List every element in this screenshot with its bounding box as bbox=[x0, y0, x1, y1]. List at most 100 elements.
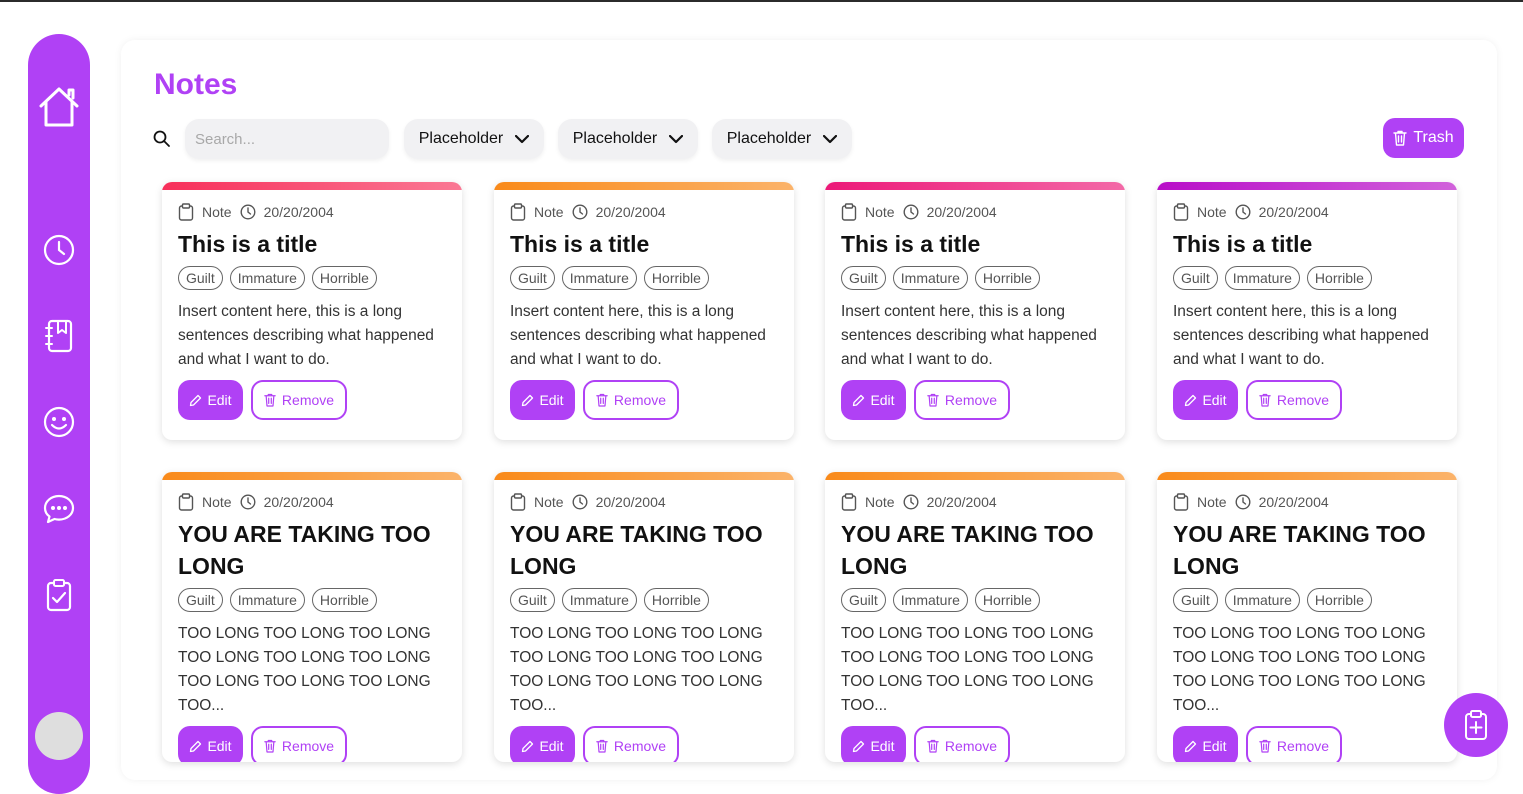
remove-button[interactable]: Remove bbox=[1246, 726, 1342, 762]
note-type: Note bbox=[865, 204, 895, 220]
avatar[interactable] bbox=[35, 712, 83, 760]
tag-list: Guilt Immature Horrible bbox=[510, 588, 778, 612]
trash-icon bbox=[1259, 393, 1271, 407]
remove-button-label: Remove bbox=[1276, 392, 1330, 408]
tag-chip: Horrible bbox=[311, 266, 377, 290]
note-date: 20/20/2004 bbox=[595, 204, 666, 220]
tag-chip: Horrible bbox=[643, 266, 709, 290]
note-date: 20/20/2004 bbox=[926, 494, 997, 510]
note-card: Note 20/20/2004 This is a title Guilt Imm… bbox=[494, 182, 794, 440]
note-card: Note 20/20/2004 YOU ARE TAKING TOO LONG … bbox=[825, 472, 1125, 762]
pencil-icon bbox=[190, 740, 202, 752]
edit-button[interactable]: Edit bbox=[178, 380, 243, 420]
tag-chip: Immature bbox=[229, 588, 305, 612]
trash-icon bbox=[1393, 130, 1408, 146]
tag-chip: Horrible bbox=[974, 588, 1040, 612]
home-icon[interactable] bbox=[36, 84, 82, 130]
edit-button[interactable]: Edit bbox=[178, 726, 243, 762]
note-title: YOU ARE TAKING TOO LONG bbox=[510, 521, 763, 579]
clock-icon bbox=[1235, 204, 1251, 220]
remove-button[interactable]: Remove bbox=[251, 726, 347, 762]
note-type: Note bbox=[1197, 494, 1227, 510]
remove-button-label: Remove bbox=[613, 738, 667, 754]
trash-button[interactable]: Trash bbox=[1383, 118, 1464, 158]
card-meta: Note 20/20/2004 bbox=[178, 202, 446, 222]
card-color-bar bbox=[162, 182, 462, 190]
edit-button[interactable]: Edit bbox=[1173, 726, 1238, 762]
journal-icon[interactable] bbox=[43, 319, 75, 353]
edit-button-label: Edit bbox=[870, 738, 895, 754]
tag-chip: Immature bbox=[229, 266, 305, 290]
add-note-button[interactable] bbox=[1444, 693, 1508, 757]
note-content: Insert content here, this is a long sent… bbox=[510, 303, 766, 368]
card-meta: Note 20/20/2004 bbox=[841, 492, 1109, 512]
clock-icon bbox=[572, 204, 588, 220]
remove-button[interactable]: Remove bbox=[251, 380, 347, 420]
filter-dropdown-label: Placeholder bbox=[418, 130, 504, 147]
trash-icon bbox=[927, 393, 939, 407]
note-content: Insert content here, this is a long sent… bbox=[178, 303, 434, 368]
card-color-bar bbox=[1157, 182, 1457, 190]
card-meta: Note 20/20/2004 bbox=[510, 492, 778, 512]
pencil-icon bbox=[853, 740, 865, 752]
search-input[interactable] bbox=[185, 119, 389, 159]
smiley-icon[interactable] bbox=[43, 406, 75, 438]
remove-button[interactable]: Remove bbox=[914, 726, 1010, 762]
clock-icon[interactable] bbox=[43, 234, 75, 266]
tag-chip: Guilt bbox=[1173, 588, 1218, 612]
note-date: 20/20/2004 bbox=[1258, 204, 1329, 220]
remove-button-label: Remove bbox=[281, 392, 335, 408]
chat-icon[interactable] bbox=[43, 493, 75, 525]
tag-chip: Horrible bbox=[1306, 266, 1372, 290]
edit-button-label: Edit bbox=[539, 738, 564, 754]
pencil-icon bbox=[522, 740, 534, 752]
remove-button[interactable]: Remove bbox=[583, 726, 679, 762]
remove-button[interactable]: Remove bbox=[583, 380, 679, 420]
note-icon bbox=[510, 203, 526, 221]
chevron-down-icon bbox=[515, 134, 530, 143]
edit-button-label: Edit bbox=[1202, 392, 1227, 408]
search-icon bbox=[153, 130, 170, 147]
remove-button[interactable]: Remove bbox=[1246, 380, 1342, 420]
edit-button-label: Edit bbox=[539, 392, 564, 408]
tag-chip: Guilt bbox=[1173, 266, 1218, 290]
pencil-icon bbox=[1185, 394, 1197, 406]
card-color-bar bbox=[162, 472, 462, 480]
tag-chip: Horrible bbox=[311, 588, 377, 612]
filter-dropdown-3[interactable]: Placeholder bbox=[712, 119, 852, 159]
clock-icon bbox=[903, 204, 919, 220]
filter-dropdown-2[interactable]: Placeholder bbox=[558, 119, 698, 159]
note-content: Insert content here, this is a long sent… bbox=[841, 303, 1097, 368]
edit-button[interactable]: Edit bbox=[510, 726, 575, 762]
edit-button[interactable]: Edit bbox=[1173, 380, 1238, 420]
note-title: YOU ARE TAKING TOO LONG bbox=[178, 521, 431, 579]
edit-button[interactable]: Edit bbox=[510, 380, 575, 420]
edit-button[interactable]: Edit bbox=[841, 380, 906, 420]
clipboard-check-icon[interactable] bbox=[44, 578, 74, 612]
edit-button[interactable]: Edit bbox=[841, 726, 906, 762]
tag-chip: Horrible bbox=[974, 266, 1040, 290]
remove-button[interactable]: Remove bbox=[914, 380, 1010, 420]
note-date: 20/20/2004 bbox=[595, 494, 666, 510]
filter-dropdown-label: Placeholder bbox=[572, 130, 658, 147]
tag-list: Guilt Immature Horrible bbox=[1173, 266, 1441, 290]
note-type: Note bbox=[202, 494, 232, 510]
note-icon bbox=[841, 493, 857, 511]
tag-list: Guilt Immature Horrible bbox=[1173, 588, 1441, 612]
note-date: 20/20/2004 bbox=[263, 494, 334, 510]
note-date: 20/20/2004 bbox=[263, 204, 334, 220]
tag-chip: Immature bbox=[1224, 266, 1300, 290]
tag-list: Guilt Immature Horrible bbox=[178, 266, 446, 290]
clock-icon bbox=[240, 494, 256, 510]
sidebar bbox=[28, 34, 90, 794]
page-title: Notes bbox=[154, 68, 238, 101]
tag-list: Guilt Immature Horrible bbox=[841, 266, 1109, 290]
trash-icon bbox=[596, 393, 608, 407]
remove-button-label: Remove bbox=[1276, 738, 1330, 754]
tag-chip: Guilt bbox=[510, 588, 555, 612]
note-icon bbox=[510, 493, 526, 511]
filter-dropdown-1[interactable]: Placeholder bbox=[404, 119, 544, 159]
card-color-bar bbox=[825, 472, 1125, 480]
remove-button-label: Remove bbox=[944, 738, 998, 754]
edit-button-label: Edit bbox=[870, 392, 895, 408]
